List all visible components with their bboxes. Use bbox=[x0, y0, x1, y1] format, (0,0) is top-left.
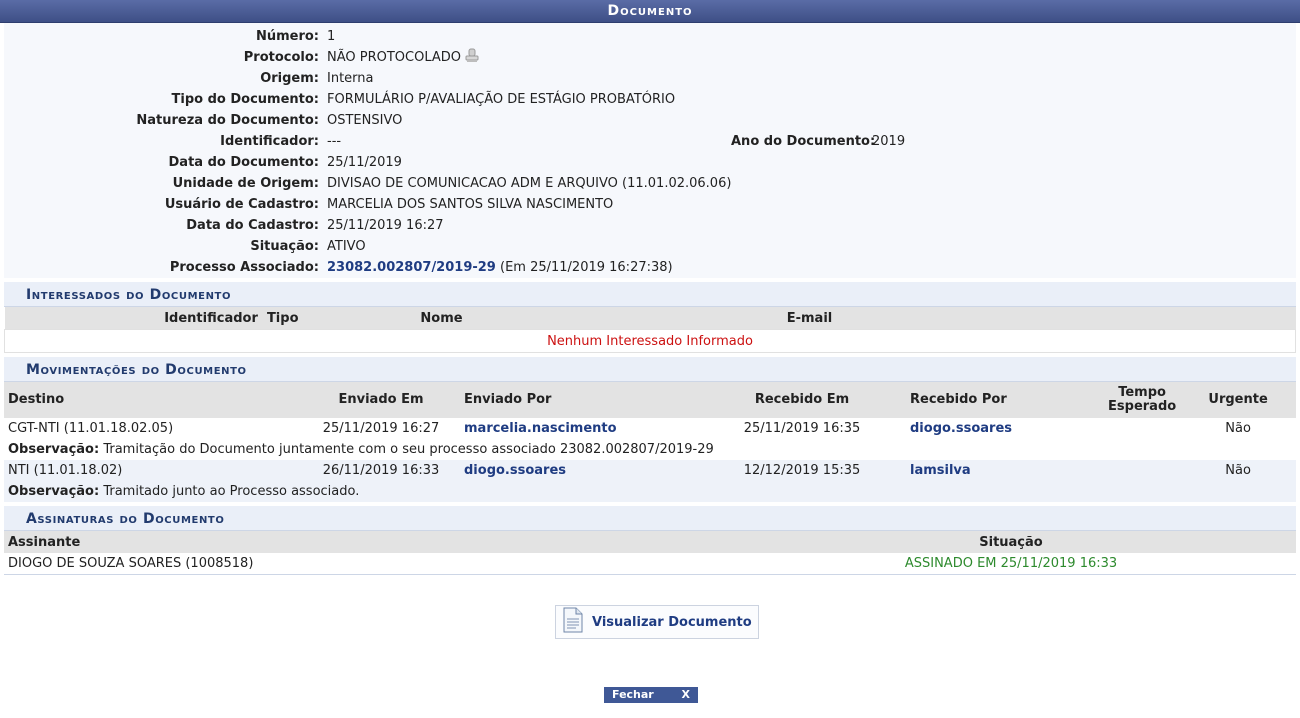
table-row: NTI (11.01.18.02) 26/11/2019 16:33 diogo… bbox=[4, 460, 1296, 481]
enviado-em-cell: 25/11/2019 16:27 bbox=[302, 418, 460, 439]
col-assinante: Assinante bbox=[4, 531, 812, 553]
processo-em: (Em 25/11/2019 16:27:38) bbox=[500, 260, 673, 275]
col-urgente: Urgente bbox=[1180, 382, 1296, 418]
enviado-em-cell: 26/11/2019 16:33 bbox=[302, 460, 460, 481]
unidade-value: DIVISAO DE COMUNICACAO ADM E ARQUIVO (11… bbox=[327, 176, 732, 191]
identificador-value: --- bbox=[327, 134, 342, 149]
data-label: Data do Documento: bbox=[168, 155, 319, 170]
assinaturas-header: Assinaturas do Documento bbox=[4, 506, 1296, 531]
fechar-label: Fechar bbox=[612, 688, 654, 701]
table-row-observacao: Observação: Tramitado junto ao Processo … bbox=[4, 481, 1296, 502]
ano-label: Ano do Documento: bbox=[731, 134, 876, 149]
col-email: E-mail bbox=[580, 307, 1039, 330]
recebido-em-cell: 25/11/2019 16:35 bbox=[698, 418, 906, 439]
ano-value: 2019 bbox=[872, 134, 906, 149]
enviado-por-link[interactable]: marcelia.nascimento bbox=[464, 421, 617, 436]
fechar-button[interactable]: Fechar X bbox=[604, 687, 698, 703]
recebido-por-link[interactable]: lamsilva bbox=[910, 463, 971, 478]
observacao-text: Tramitação do Documento juntamente com o… bbox=[103, 442, 714, 457]
protocolo-label: Protocolo: bbox=[243, 50, 319, 65]
natureza-value: OSTENSIVO bbox=[327, 113, 403, 128]
data-cadastro-label: Data do Cadastro: bbox=[186, 218, 319, 233]
assinante-cell: DIOGO DE SOUZA SOARES (1008518) bbox=[8, 556, 254, 571]
origem-value: Interna bbox=[327, 71, 374, 86]
tipo-label: Tipo do Documento: bbox=[171, 92, 320, 107]
tipo-value: FORMULÁRIO P/AVALIAÇÃO DE ESTÁGIO PROBAT… bbox=[327, 92, 676, 107]
unidade-label: Unidade de Origem: bbox=[172, 176, 319, 191]
situacao-label: Situação: bbox=[250, 239, 319, 254]
tempo-esperado-cell bbox=[1104, 460, 1181, 481]
col-destino: Destino bbox=[4, 382, 302, 418]
interessados-table: Identificador Tipo Nome E-mail Nenhum In… bbox=[4, 307, 1296, 353]
col-situacao: Situação bbox=[812, 531, 1210, 553]
close-icon: X bbox=[681, 688, 690, 701]
col-identificador: Identificador bbox=[164, 310, 258, 326]
data-value: 25/11/2019 bbox=[327, 155, 402, 170]
movimentacoes-header: Movimentações do Documento bbox=[4, 357, 1296, 382]
interessados-empty-message: Nenhum Interessado Informado bbox=[4, 329, 1296, 353]
interessados-header: Interessados do Documento bbox=[4, 282, 1296, 307]
data-cadastro-value: 25/11/2019 16:27 bbox=[327, 218, 444, 233]
table-row: DIOGO DE SOUZA SOARES (1008518) ASSINADO… bbox=[4, 553, 1296, 574]
col-nome: Nome bbox=[302, 307, 581, 330]
col-recebido-em: Recebido Em bbox=[698, 382, 906, 418]
recebido-em-cell: 12/12/2019 15:35 bbox=[698, 460, 906, 481]
destino-cell: NTI (11.01.18.02) bbox=[4, 460, 302, 481]
stamp-icon[interactable] bbox=[465, 48, 479, 70]
table-row: CGT-NTI (11.01.18.02.05) 25/11/2019 16:2… bbox=[4, 418, 1296, 439]
document-icon bbox=[562, 607, 584, 637]
usuario-value: MARCELIA DOS SANTOS SILVA NASCIMENTO bbox=[327, 197, 614, 212]
enviado-por-link[interactable]: diogo.ssoares bbox=[464, 463, 566, 478]
urgente-cell: Não bbox=[1180, 460, 1296, 481]
visualizar-documento-button[interactable]: Visualizar Documento bbox=[555, 605, 759, 639]
assinaturas-table: Assinante Situação DIOGO DE SOUZA SOARES… bbox=[4, 531, 1296, 574]
natureza-label: Natureza do Documento: bbox=[136, 113, 319, 128]
table-row-observacao: Observação: Tramitação do Documento junt… bbox=[4, 439, 1296, 460]
situacao-cell: ASSINADO EM 25/11/2019 16:33 bbox=[904, 556, 1118, 571]
movimentacoes-table: Destino Enviado Em Enviado Por Recebido … bbox=[4, 382, 1296, 502]
protocolo-value: NÃO PROTOCOLADO bbox=[327, 50, 462, 65]
observacao-label: Observação: bbox=[8, 442, 100, 457]
page-title: Documento bbox=[0, 0, 1300, 23]
col-enviado-por: Enviado Por bbox=[460, 382, 698, 418]
document-info: Número: 1 Protocolo: NÃO PROTOCOLADO Orige… bbox=[4, 23, 1296, 278]
situacao-value: ATIVO bbox=[327, 239, 366, 254]
numero-value: 1 bbox=[327, 29, 336, 44]
destino-cell: CGT-NTI (11.01.18.02.05) bbox=[4, 418, 302, 439]
col-recebido-por: Recebido Por bbox=[906, 382, 1104, 418]
observacao-label: Observação: bbox=[8, 484, 100, 499]
processo-link[interactable]: 23082.002807/2019-29 bbox=[327, 260, 496, 275]
numero-label: Número: bbox=[255, 29, 319, 44]
identificador-label: Identificador: bbox=[220, 134, 319, 149]
visualizar-documento-label: Visualizar Documento bbox=[592, 614, 752, 630]
col-tempo-esperado: Tempo Esperado bbox=[1104, 382, 1181, 418]
usuario-label: Usuário de Cadastro: bbox=[164, 197, 319, 212]
origem-label: Origem: bbox=[260, 71, 319, 86]
observacao-text: Tramitado junto ao Processo associado. bbox=[103, 484, 360, 499]
recebido-por-link[interactable]: diogo.ssoares bbox=[910, 421, 1012, 436]
col-tipo: Tipo bbox=[266, 310, 299, 326]
processo-label: Processo Associado: bbox=[169, 260, 319, 275]
tempo-esperado-cell bbox=[1104, 418, 1181, 439]
urgente-cell: Não bbox=[1180, 418, 1296, 439]
col-enviado-em: Enviado Em bbox=[302, 382, 460, 418]
